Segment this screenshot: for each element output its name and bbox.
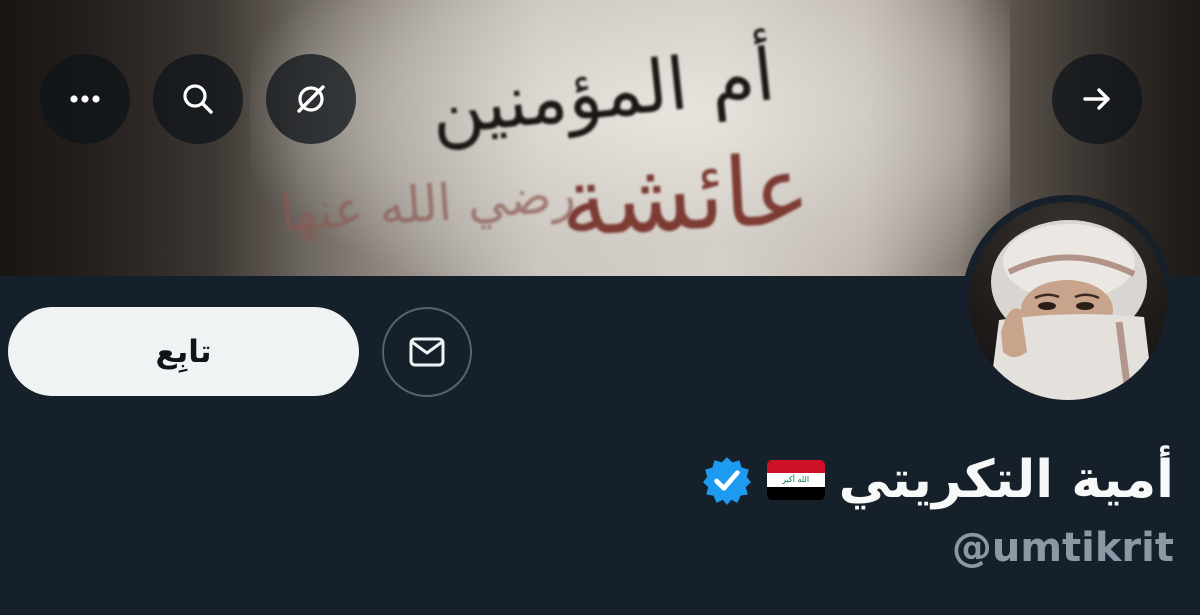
mail-icon <box>409 337 445 367</box>
avatar[interactable] <box>969 202 1167 400</box>
flag-text: الله أكبر <box>782 474 810 484</box>
search-button[interactable] <box>153 54 243 144</box>
arrow-right-icon <box>1083 88 1110 110</box>
banner-shade-left <box>0 0 300 276</box>
more-button[interactable] <box>40 54 130 144</box>
profile-handle: @umtikrit <box>951 525 1174 571</box>
grok-button[interactable] <box>266 54 356 144</box>
search-icon <box>183 84 213 114</box>
more-horizontal-icon <box>70 95 100 103</box>
verified-badge-icon[interactable] <box>701 454 753 506</box>
banner-cloth <box>250 0 1010 276</box>
avatar-frame[interactable] <box>962 195 1174 407</box>
back-button[interactable] <box>1052 54 1142 144</box>
profile-name-row: أمية التكريتي الله أكبر <box>701 442 1174 518</box>
slashed-circle-icon <box>297 85 325 113</box>
iraq-flag-icon: الله أكبر <box>766 460 825 500</box>
follow-button[interactable]: تابِع <box>8 307 359 396</box>
message-button[interactable] <box>382 307 472 397</box>
follow-button-label: تابِع <box>155 333 212 370</box>
display-name: أمية التكريتي <box>838 450 1174 510</box>
avatar-image <box>989 220 1154 400</box>
